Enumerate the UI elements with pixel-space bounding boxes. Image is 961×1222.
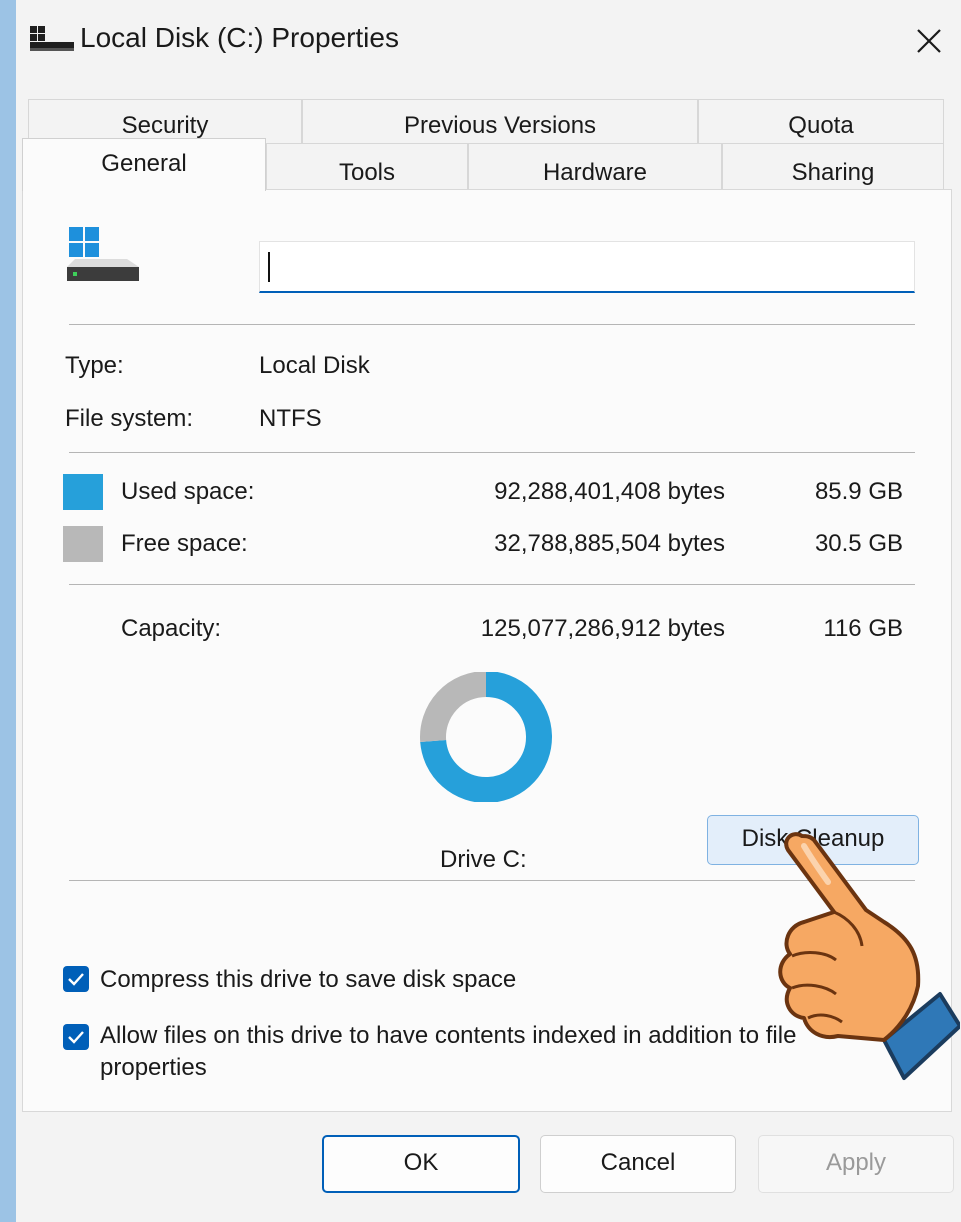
tab-general[interactable]: General — [22, 138, 266, 191]
tab-security[interactable]: Security — [28, 99, 302, 143]
title-bar: Local Disk (C:) Properties — [16, 0, 961, 84]
used-space-swatch — [63, 474, 103, 510]
tab-quota[interactable]: Quota — [698, 99, 944, 143]
used-space-bytes: 92,288,401,408 bytes — [494, 478, 725, 505]
compress-checkbox[interactable] — [63, 966, 89, 992]
divider — [69, 324, 915, 325]
apply-button[interactable]: Apply — [758, 1135, 954, 1193]
disk-usage-donut-chart — [420, 672, 552, 802]
tab-label: General — [101, 150, 187, 177]
donut-slice-free-space — [420, 672, 487, 743]
tab-tools[interactable]: Tools — [266, 143, 468, 190]
tab-label: Quota — [788, 112, 854, 139]
drive-icon — [30, 26, 74, 51]
drive-name-input[interactable] — [259, 241, 915, 293]
close-button[interactable] — [904, 16, 956, 66]
compress-label: Compress this drive to save disk space — [100, 966, 517, 993]
tab-label: Hardware — [542, 159, 648, 186]
checkmark-icon — [68, 1031, 84, 1044]
index-checkbox[interactable] — [63, 1024, 89, 1050]
properties-window: Local Disk (C:) Properties Security Prev… — [16, 0, 961, 1222]
capacity-bytes: 125,077,286,912 bytes — [480, 615, 725, 642]
tab-hardware[interactable]: Hardware — [468, 143, 722, 190]
divider — [69, 584, 915, 585]
cancel-button[interactable]: Cancel — [540, 1135, 736, 1193]
close-icon — [917, 29, 941, 53]
free-space-label: Free space: — [121, 530, 248, 557]
drive-label: Drive C: — [440, 846, 527, 873]
text-caret — [268, 252, 270, 282]
ok-button[interactable]: OK — [322, 1135, 520, 1193]
used-space-gb: 85.9 GB — [814, 478, 903, 505]
used-space-label: Used space: — [121, 478, 255, 505]
pointing-hand-icon — [778, 832, 960, 1080]
free-space-swatch — [63, 526, 103, 562]
file-system-value: NTFS — [259, 405, 322, 432]
free-space-bytes: 32,788,885,504 bytes — [494, 530, 725, 557]
capacity-label: Capacity: — [121, 615, 222, 642]
capacity-gb: 116 GB — [823, 615, 903, 642]
tab-label: Previous Versions — [403, 112, 597, 139]
free-space-gb: 30.5 GB — [814, 530, 903, 557]
checkmark-icon — [68, 973, 84, 986]
type-value: Local Disk — [259, 352, 370, 379]
tab-sharing[interactable]: Sharing — [722, 143, 944, 190]
tab-label: Security — [121, 112, 209, 139]
window-title: Local Disk (C:) Properties — [80, 22, 399, 53]
tab-previous-versions[interactable]: Previous Versions — [302, 99, 698, 143]
type-label: Type: — [65, 352, 124, 379]
divider — [69, 452, 915, 453]
file-system-label: File system: — [65, 405, 194, 432]
tab-label: Tools — [338, 159, 396, 186]
drive-icon — [67, 227, 139, 281]
tab-label: Sharing — [791, 159, 875, 186]
